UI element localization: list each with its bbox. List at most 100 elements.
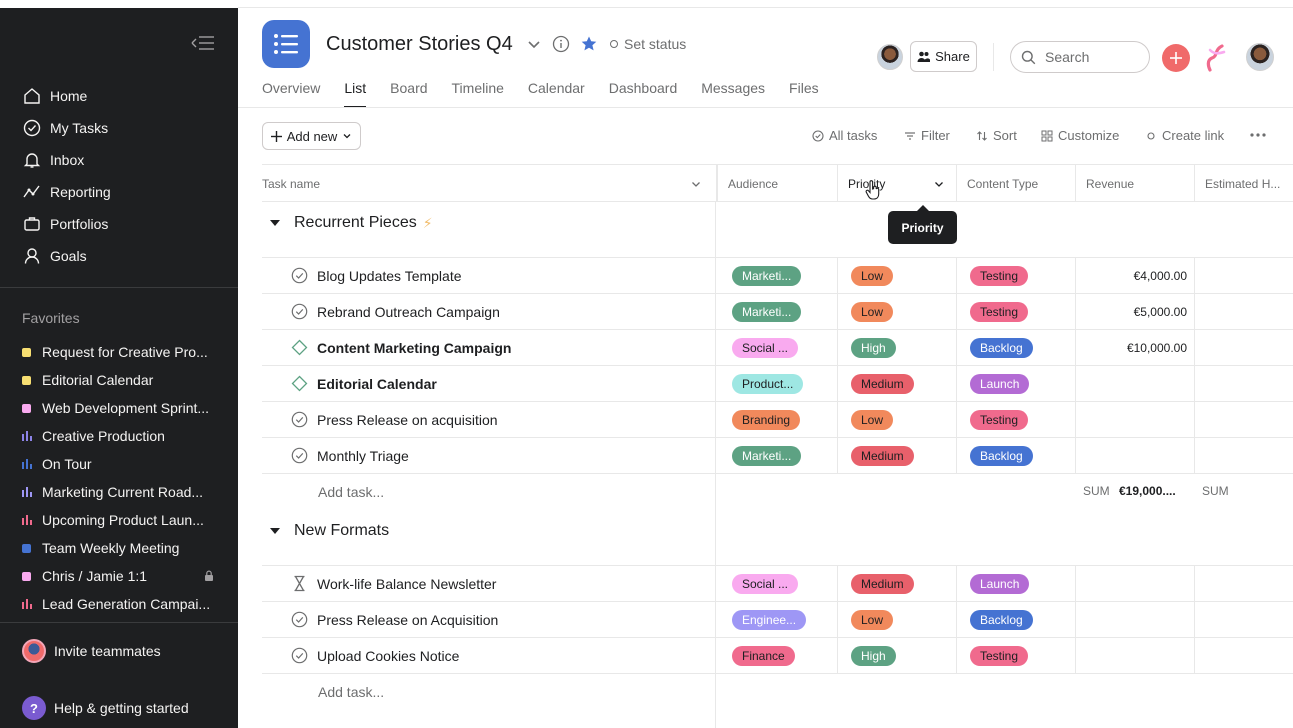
task-name[interactable]: Blog Updates Template	[317, 268, 462, 284]
audience-pill[interactable]: Social ...	[732, 574, 799, 594]
star-icon[interactable]	[580, 35, 598, 53]
favorite-item[interactable]: On Tour	[22, 454, 222, 474]
priority-pill[interactable]: High	[851, 646, 896, 666]
complete-task-icon[interactable]	[291, 267, 308, 284]
favorite-item[interactable]: Team Weekly Meeting	[22, 538, 222, 558]
task-row[interactable]: Blog Updates Template Marketi... Low Testin…	[262, 257, 1293, 294]
priority-pill[interactable]: Low	[851, 266, 894, 286]
favorite-item[interactable]: Editorial Calendar	[22, 370, 222, 390]
priority-pill[interactable]: High	[851, 338, 896, 358]
audience-pill[interactable]: Marketi...	[732, 302, 802, 322]
section-header[interactable]: Recurrent Pieces ⚡	[270, 214, 433, 232]
add-new-button[interactable]: Add new	[262, 122, 361, 150]
content-type-pill[interactable]: Backlog	[970, 338, 1033, 358]
priority-pill[interactable]: Medium	[851, 446, 914, 466]
task-name[interactable]: Press Release on Acquisition	[317, 612, 498, 628]
ribbon-icon[interactable]	[1204, 44, 1228, 72]
content-type-pill[interactable]: Testing	[970, 266, 1029, 286]
quick-add-button[interactable]	[1162, 44, 1190, 72]
filter-button[interactable]: Filter	[904, 128, 950, 143]
task-name[interactable]: Monthly Triage	[317, 448, 409, 464]
revenue-cell[interactable]: €4,000.00	[1077, 269, 1187, 283]
column-estimated-hours[interactable]: Estimated H...	[1194, 165, 1293, 202]
audience-pill[interactable]: Product...	[732, 374, 804, 394]
priority-pill[interactable]: Low	[851, 410, 894, 430]
task-row[interactable]: Work-life Balance Newsletter Social ... Me…	[262, 565, 1293, 602]
share-button[interactable]: Share	[910, 41, 977, 72]
favorite-item[interactable]: Request for Creative Pro...	[22, 342, 222, 362]
tab-overview[interactable]: Overview	[262, 80, 320, 108]
tab-timeline[interactable]: Timeline	[452, 80, 504, 108]
column-audience[interactable]: Audience	[716, 165, 838, 202]
task-name[interactable]: Rebrand Outreach Campaign	[317, 304, 500, 320]
add-task-button[interactable]: Add task...	[318, 684, 384, 700]
chevron-down-icon[interactable]	[933, 178, 945, 190]
favorite-item[interactable]: Creative Production	[22, 426, 222, 446]
complete-task-icon[interactable]	[291, 611, 308, 628]
customize-button[interactable]: Customize	[1041, 128, 1119, 143]
audience-pill[interactable]: Marketi...	[732, 446, 802, 466]
complete-task-icon[interactable]	[291, 411, 308, 428]
section-header[interactable]: New Formats	[270, 522, 389, 540]
favorite-item[interactable]: Upcoming Product Laun...	[22, 510, 222, 530]
audience-pill[interactable]: Finance	[732, 646, 795, 666]
task-name[interactable]: Work-life Balance Newsletter	[317, 576, 496, 592]
column-content-type[interactable]: Content Type	[956, 165, 1076, 202]
content-type-pill[interactable]: Backlog	[970, 610, 1033, 630]
nav-reporting[interactable]: Reporting	[22, 180, 111, 204]
task-row[interactable]: Editorial Calendar Product... Medium Launch	[262, 365, 1293, 402]
complete-task-icon[interactable]	[291, 303, 308, 320]
add-task-button[interactable]: Add task...	[318, 484, 384, 500]
search-input[interactable]: Search	[1010, 41, 1150, 73]
content-type-pill[interactable]: Testing	[970, 646, 1029, 666]
content-type-pill[interactable]: Testing	[970, 410, 1029, 430]
milestone-diamond-icon[interactable]	[291, 375, 308, 392]
create-link-button[interactable]: Create link	[1145, 128, 1224, 143]
revenue-cell[interactable]: €10,000.00	[1077, 341, 1187, 355]
chevron-down-icon[interactable]	[690, 178, 702, 190]
favorite-item[interactable]: Chris / Jamie 1:1	[22, 566, 222, 586]
info-icon[interactable]	[552, 35, 570, 53]
all-tasks-button[interactable]: All tasks	[812, 128, 877, 143]
revenue-cell[interactable]: €5,000.00	[1077, 305, 1187, 319]
tab-calendar[interactable]: Calendar	[528, 80, 585, 108]
audience-pill[interactable]: Marketi...	[732, 266, 802, 286]
audience-pill[interactable]: Enginee...	[732, 610, 807, 630]
tab-board[interactable]: Board	[390, 80, 427, 108]
priority-pill[interactable]: Low	[851, 610, 894, 630]
content-type-pill[interactable]: Launch	[970, 574, 1030, 594]
collapse-triangle-icon[interactable]	[270, 220, 280, 226]
task-name[interactable]: Editorial Calendar	[317, 376, 437, 392]
set-status-button[interactable]: Set status	[610, 36, 686, 52]
collapse-sidebar-icon[interactable]	[188, 33, 216, 53]
content-type-pill[interactable]: Backlog	[970, 446, 1033, 466]
task-name[interactable]: Upload Cookies Notice	[317, 648, 459, 664]
task-row[interactable]: Upload Cookies Notice Finance High Testing	[262, 637, 1293, 674]
hourglass-icon[interactable]	[291, 575, 308, 592]
help-button[interactable]: ? Help & getting started	[22, 696, 189, 720]
column-task-name[interactable]: Task name	[262, 165, 716, 202]
task-name[interactable]: Press Release on acquisition	[317, 412, 498, 428]
task-row[interactable]: Monthly Triage Marketi... Medium Backlog	[262, 437, 1293, 474]
task-name[interactable]: Content Marketing Campaign	[317, 340, 511, 356]
sort-button[interactable]: Sort	[976, 128, 1017, 143]
milestone-diamond-icon[interactable]	[291, 339, 308, 356]
audience-pill[interactable]: Branding	[732, 410, 801, 430]
complete-task-icon[interactable]	[291, 447, 308, 464]
more-options-icon[interactable]	[1248, 125, 1268, 145]
profile-avatar[interactable]	[1246, 43, 1274, 71]
priority-pill[interactable]: Medium	[851, 574, 914, 594]
priority-pill[interactable]: Medium	[851, 374, 914, 394]
audience-pill[interactable]: Social ...	[732, 338, 799, 358]
nav-home[interactable]: Home	[22, 84, 87, 108]
task-row[interactable]: Press Release on Acquisition Enginee... Lo…	[262, 601, 1293, 638]
favorite-item[interactable]: Marketing Current Road...	[22, 482, 222, 502]
column-revenue[interactable]: Revenue	[1075, 165, 1195, 202]
nav-inbox[interactable]: Inbox	[22, 148, 84, 172]
tab-messages[interactable]: Messages	[701, 80, 765, 108]
nav-portfolios[interactable]: Portfolios	[22, 212, 108, 236]
content-type-pill[interactable]: Launch	[970, 374, 1030, 394]
collapse-triangle-icon[interactable]	[270, 528, 280, 534]
content-type-pill[interactable]: Testing	[970, 302, 1029, 322]
chevron-down-icon[interactable]	[526, 36, 542, 52]
